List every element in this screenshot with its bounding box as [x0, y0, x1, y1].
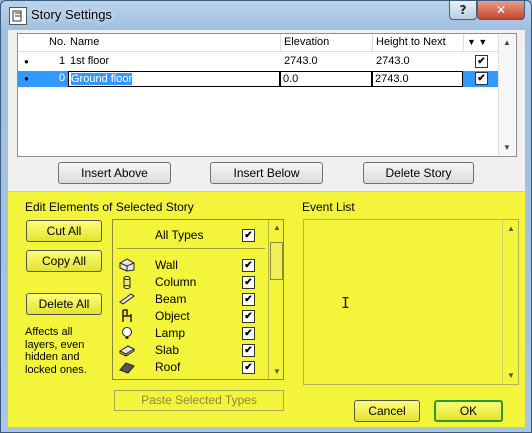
- story-elevation-field[interactable]: 0.0: [280, 71, 372, 87]
- element-types-list[interactable]: All Types ✔ Wall ✔ Column ✔ Beam ✔ Objec…: [112, 219, 284, 380]
- scroll-up-icon[interactable]: ▲: [273, 223, 281, 232]
- type-name: Slab: [155, 343, 180, 357]
- story-no: 0: [59, 72, 66, 84]
- text-cursor-icon: I: [341, 294, 351, 312]
- type-row-wall[interactable]: Wall ✔: [113, 257, 265, 273]
- type-name: Wall: [155, 258, 178, 272]
- story-list[interactable]: No. Name Elevation Height to Next ▼ ▼ ● …: [17, 33, 517, 157]
- scroll-thumb[interactable]: [270, 242, 283, 280]
- scroll-down-icon[interactable]: ▼: [273, 367, 281, 376]
- types-divider: [117, 248, 265, 249]
- type-checkbox[interactable]: ✔: [242, 344, 255, 357]
- all-types-label: All Types: [155, 228, 204, 242]
- column-icon: [119, 275, 135, 292]
- column-elevation[interactable]: Elevation: [284, 36, 329, 48]
- story-row-selected[interactable]: ● 0 Ground floor 0.0 2743.0 ✔: [18, 71, 498, 87]
- title-bar[interactable]: Story Settings ? ✕: [1, 1, 531, 29]
- type-checkbox[interactable]: ✔: [242, 310, 255, 323]
- help-button[interactable]: ?: [449, 1, 477, 20]
- story-list-header: No. Name Elevation Height to Next ▼ ▼: [18, 34, 498, 52]
- type-row-column[interactable]: Column ✔: [113, 274, 265, 290]
- type-row-slab[interactable]: Slab ✔: [113, 342, 265, 358]
- story-name[interactable]: 1st floor: [70, 55, 109, 67]
- type-name: Column: [155, 275, 197, 289]
- event-list-scrollbar[interactable]: ▲ ▼: [502, 220, 518, 384]
- story-show-checkbox[interactable]: ✔: [475, 55, 488, 68]
- story-area: No. Name Elevation Height to Next ▼ ▼ ● …: [8, 30, 525, 190]
- cancel-button[interactable]: Cancel: [354, 400, 420, 422]
- story-height[interactable]: 2743.0: [376, 55, 410, 67]
- insert-below-button[interactable]: Insert Below: [210, 162, 323, 184]
- type-name: Roof: [155, 360, 181, 374]
- window-title: Story Settings: [31, 7, 112, 22]
- type-name: Beam: [155, 292, 187, 306]
- types-scrollbar[interactable]: ▲ ▼: [268, 220, 284, 379]
- slab-icon: [118, 343, 136, 360]
- story-row[interactable]: ● 1 1st floor 2743.0 2743.0 ✔: [18, 54, 498, 70]
- event-list-heading: Event List: [302, 200, 355, 214]
- type-row-lamp[interactable]: Lamp ✔: [113, 325, 265, 341]
- paste-selected-types-button[interactable]: Paste Selected Types: [114, 390, 284, 411]
- column-height[interactable]: Height to Next: [376, 36, 446, 48]
- cut-all-button[interactable]: Cut All: [26, 220, 102, 242]
- column-no[interactable]: No.: [49, 36, 66, 48]
- wall-icon: [119, 258, 135, 275]
- column-name[interactable]: Name: [70, 36, 99, 48]
- story-name-selected-text: Ground floor: [71, 73, 133, 85]
- story-no: 1: [59, 55, 66, 67]
- app-icon: [9, 7, 27, 25]
- type-checkbox[interactable]: ✔: [242, 259, 255, 272]
- story-bullet: ●: [24, 57, 29, 66]
- story-settings-window: Story Settings ? ✕ No. Name Elevation He…: [0, 0, 532, 433]
- beam-icon: [119, 292, 135, 309]
- edit-elements-heading: Edit Elements of Selected Story: [25, 200, 194, 214]
- story-elevation[interactable]: 2743.0: [284, 55, 318, 67]
- object-icon: [119, 309, 135, 326]
- insert-above-button[interactable]: Insert Above: [58, 162, 171, 184]
- close-button[interactable]: ✕: [477, 1, 525, 20]
- story-height-field[interactable]: 2743.0: [372, 71, 463, 87]
- scroll-up-icon[interactable]: ▲: [503, 38, 511, 47]
- ok-button[interactable]: OK: [434, 400, 503, 422]
- roof-icon: [119, 360, 135, 377]
- scroll-down-icon[interactable]: ▼: [507, 371, 515, 380]
- copy-all-button[interactable]: Copy All: [26, 250, 102, 272]
- story-show-checkbox[interactable]: ✔: [475, 72, 488, 85]
- delete-story-button[interactable]: Delete Story: [363, 162, 474, 184]
- type-name: Lamp: [155, 326, 186, 340]
- column-show-icon[interactable]: ▼ ▼: [467, 37, 487, 47]
- dialog-client: No. Name Elevation Height to Next ▼ ▼ ● …: [8, 30, 525, 427]
- story-list-scrollbar[interactable]: ▲ ▼: [498, 34, 516, 156]
- type-row-object[interactable]: Object ✔: [113, 308, 265, 324]
- type-row-roof[interactable]: Roof ✔: [113, 359, 265, 375]
- type-checkbox[interactable]: ✔: [242, 327, 255, 340]
- type-row-beam[interactable]: Beam ✔: [113, 291, 265, 307]
- type-checkbox[interactable]: ✔: [242, 361, 255, 374]
- delete-all-button[interactable]: Delete All: [26, 293, 102, 315]
- edit-elements-panel: Edit Elements of Selected Story Event Li…: [8, 191, 525, 427]
- event-list[interactable]: I ▲ ▼: [303, 219, 519, 385]
- story-bullet: ●: [24, 74, 29, 83]
- scroll-down-icon[interactable]: ▼: [503, 143, 511, 152]
- story-name-field[interactable]: Ground floor: [68, 71, 280, 87]
- all-types-checkbox[interactable]: ✔: [242, 229, 255, 242]
- type-name: Object: [155, 309, 190, 323]
- lamp-icon: [119, 326, 135, 343]
- type-checkbox[interactable]: ✔: [242, 293, 255, 306]
- affects-all-note: Affects all layers, even hidden and lock…: [25, 326, 87, 376]
- scroll-up-icon[interactable]: ▲: [507, 224, 515, 233]
- type-checkbox[interactable]: ✔: [242, 276, 255, 289]
